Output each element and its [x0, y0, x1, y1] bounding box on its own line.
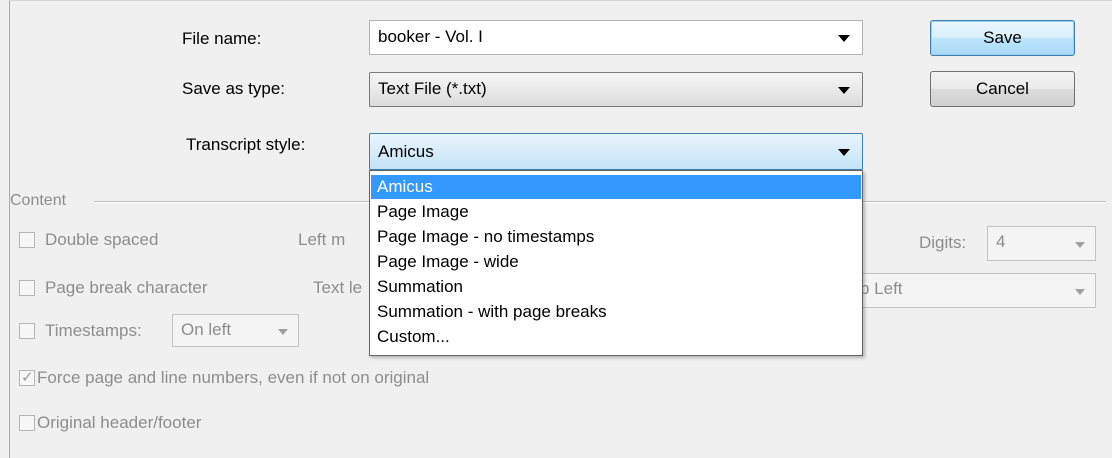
content-group-label: Content: [10, 192, 67, 209]
save-as-type-select[interactable]: Text File (*.txt): [369, 72, 863, 107]
chevron-down-icon: [278, 328, 288, 335]
save-as-type-label: Save as type:: [182, 79, 286, 98]
left-margin-label: Left m: [298, 230, 346, 249]
dropdown-option-amicus[interactable]: Amicus: [371, 175, 861, 199]
file-name-combobox[interactable]: booker - Vol. I: [369, 20, 863, 55]
cancel-button[interactable]: Cancel: [930, 71, 1075, 107]
save-button[interactable]: Save: [930, 20, 1075, 56]
force-numbers-checkbox[interactable]: ✓: [19, 369, 35, 386]
chevron-down-icon: [838, 148, 850, 156]
dropdown-option-summation[interactable]: Summation: [371, 275, 861, 299]
file-name-label: File name:: [182, 29, 262, 48]
dropdown-option-custom[interactable]: Custom...: [371, 325, 861, 349]
chevron-down-icon: [1075, 241, 1085, 248]
file-name-value[interactable]: booker - Vol. I: [378, 27, 483, 47]
save-as-type-value: Text File (*.txt): [378, 79, 487, 98]
chevron-down-icon[interactable]: [838, 34, 850, 42]
page-break-character-checkbox[interactable]: [19, 280, 35, 296]
dropdown-option-summation-with-page-breaks[interactable]: Summation - with page breaks: [371, 300, 861, 324]
digits-value: 4: [996, 232, 1006, 251]
chevron-down-icon: [838, 86, 850, 94]
original-header-footer-checkbox[interactable]: [19, 415, 35, 431]
dropdown-option-page-image-wide[interactable]: Page Image - wide: [371, 250, 861, 274]
dropdown-option-page-image-no-timestamps[interactable]: Page Image - no timestamps: [371, 225, 861, 249]
double-spaced-label[interactable]: Double spaced: [45, 230, 158, 250]
transcript-style-label: Transcript style:: [186, 135, 306, 154]
transcript-style-value: Amicus: [378, 142, 434, 161]
original-header-footer-label[interactable]: Original header/footer: [37, 413, 201, 433]
checkmark-icon: ✓: [21, 369, 34, 386]
chevron-down-icon: [1075, 288, 1085, 295]
dropdown-option-page-image[interactable]: Page Image: [371, 200, 861, 224]
timestamps-position-value: On left: [181, 320, 232, 339]
text-layout-label: Text le: [313, 278, 363, 297]
transcript-style-select[interactable]: Amicus: [369, 133, 863, 170]
page-break-character-label[interactable]: Page break character: [45, 278, 208, 298]
double-spaced-checkbox[interactable]: [19, 232, 35, 248]
transcript-style-dropdown-list[interactable]: Amicus Page Image Page Image - no timest…: [369, 170, 863, 356]
timestamps-position-select[interactable]: On left: [172, 314, 299, 347]
text-layout-select[interactable]: p Left: [850, 273, 1096, 308]
force-numbers-label[interactable]: Force page and line numbers, even if not…: [37, 368, 429, 388]
window-top-border: [9, 0, 1112, 1]
digits-label: Digits:: [919, 233, 967, 252]
text-layout-value: p Left: [860, 279, 903, 298]
digits-select[interactable]: 4: [987, 226, 1096, 261]
timestamps-label[interactable]: Timestamps:: [45, 321, 142, 341]
window-left-border: [9, 0, 10, 458]
timestamps-checkbox[interactable]: [19, 323, 35, 339]
